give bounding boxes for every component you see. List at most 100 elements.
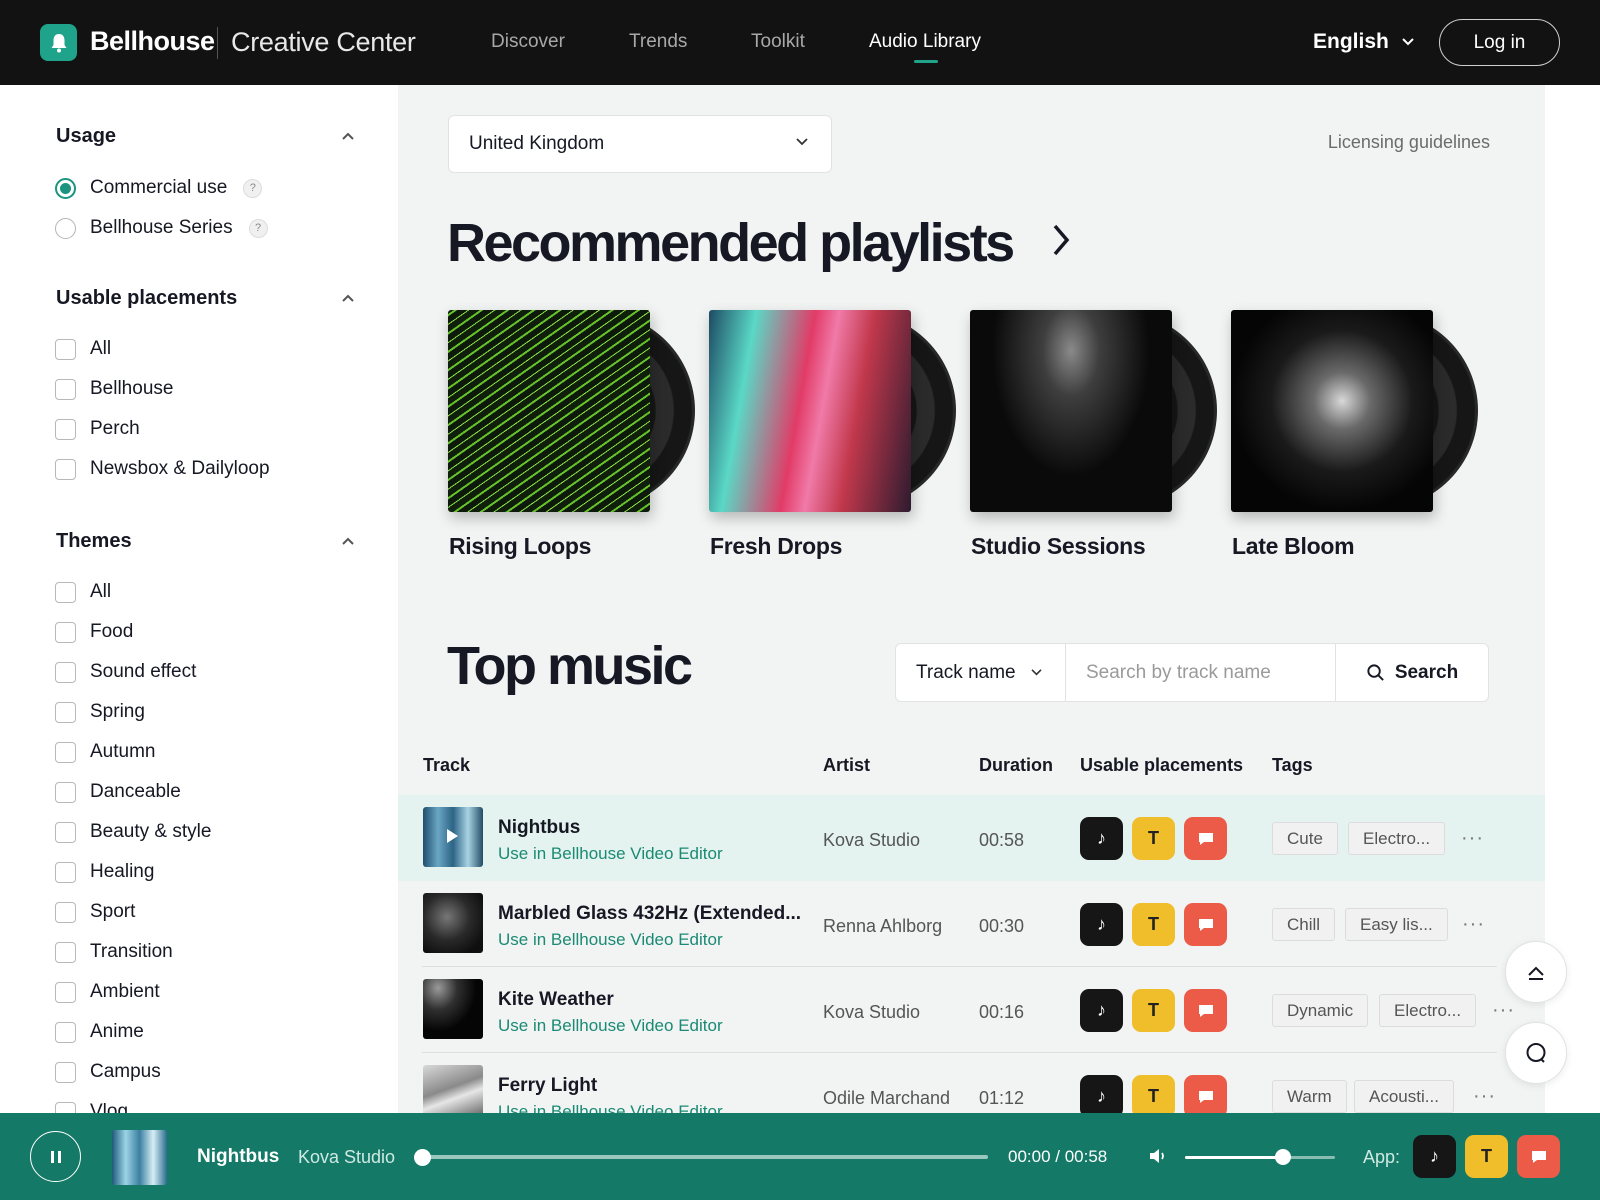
usage-option-commercial[interactable]: Commercial use ? <box>55 177 263 199</box>
tag-chip[interactable]: Dynamic <box>1272 994 1369 1027</box>
theme-option[interactable]: Spring <box>55 701 145 723</box>
playlist-cover[interactable] <box>970 310 1172 512</box>
more-options-icon[interactable]: ··· <box>1492 999 1515 1022</box>
theme-option[interactable]: Beauty & style <box>55 821 211 843</box>
tag-chip[interactable]: Electro... <box>1348 822 1446 855</box>
checkbox[interactable] <box>55 1021 76 1043</box>
checkbox[interactable] <box>55 821 76 843</box>
track-name[interactable]: Kite Weather <box>498 989 614 1011</box>
table-row[interactable]: Kite Weather Use in Bellhouse Video Edit… <box>398 967 1545 1053</box>
chat-app-icon[interactable] <box>1517 1135 1560 1178</box>
region-dropdown[interactable]: United Kingdom <box>448 115 832 173</box>
use-in-editor-link[interactable]: Use in Bellhouse Video Editor <box>498 1016 723 1036</box>
tag-chip[interactable]: Chill <box>1272 908 1336 941</box>
placement-option[interactable]: Bellhouse <box>55 378 173 400</box>
more-options-icon[interactable]: ··· <box>1462 913 1485 936</box>
playlist-name[interactable]: Fresh Drops <box>710 533 842 560</box>
checkbox[interactable] <box>55 701 76 723</box>
tag-chip[interactable]: Acousti... <box>1354 1080 1454 1113</box>
more-options-icon[interactable]: ··· <box>1473 1085 1496 1108</box>
playlist-name[interactable]: Rising Loops <box>449 533 591 560</box>
usage-option-series[interactable]: Bellhouse Series ? <box>55 217 268 239</box>
tag-chip[interactable]: Easy lis... <box>1345 908 1448 941</box>
track-name[interactable]: Marbled Glass 432Hz (Extended... <box>498 903 801 925</box>
checkbox[interactable] <box>55 458 76 480</box>
playlist-cover[interactable] <box>448 310 650 512</box>
playlist-name[interactable]: Studio Sessions <box>971 533 1146 560</box>
placement-option[interactable]: All <box>55 338 111 360</box>
chevron-up-icon[interactable] <box>340 533 356 549</box>
progress-handle[interactable] <box>414 1149 431 1166</box>
theme-option[interactable]: Sound effect <box>55 661 196 683</box>
checkbox[interactable] <box>55 661 76 683</box>
search-input[interactable] <box>1066 644 1336 701</box>
use-in-editor-link[interactable]: Use in Bellhouse Video Editor <box>498 844 723 864</box>
theme-option[interactable]: Food <box>55 621 133 643</box>
tag-chip[interactable]: Warm <box>1272 1080 1347 1113</box>
checkbox[interactable] <box>55 621 76 643</box>
help-icon[interactable]: ? <box>248 218 268 238</box>
nav-audio-library[interactable]: Audio Library <box>869 31 981 53</box>
theme-option[interactable]: Ambient <box>55 981 160 1003</box>
theme-option[interactable]: Healing <box>55 861 154 883</box>
track-artist[interactable]: Odile Marchand <box>823 1088 950 1109</box>
more-options-icon[interactable]: ··· <box>1461 827 1484 850</box>
chevron-up-icon[interactable] <box>340 290 356 306</box>
theme-option[interactable]: All <box>55 581 111 603</box>
use-in-editor-link[interactable]: Use in Bellhouse Video Editor <box>498 930 723 950</box>
radio-unselected[interactable] <box>55 217 76 239</box>
bell-logo-icon[interactable] <box>40 24 77 61</box>
track-artist[interactable]: Kova Studio <box>823 1002 920 1023</box>
licensing-guidelines-link[interactable]: Licensing guidelines <box>1328 132 1490 153</box>
checkbox[interactable] <box>55 378 76 400</box>
help-icon[interactable]: ? <box>243 178 263 198</box>
playlist-cover[interactable] <box>1231 310 1433 512</box>
radio-selected[interactable] <box>55 177 76 199</box>
placement-option[interactable]: Perch <box>55 418 140 440</box>
recommended-playlists-title[interactable]: Recommended playlists <box>447 212 1015 274</box>
checkbox[interactable] <box>55 861 76 883</box>
checkbox[interactable] <box>55 581 76 603</box>
track-name[interactable]: Nightbus <box>498 817 580 839</box>
nav-trends[interactable]: Trends <box>629 31 687 53</box>
chat-support-button[interactable] <box>1505 1022 1567 1084</box>
checkbox[interactable] <box>55 941 76 963</box>
track-thumbnail[interactable] <box>423 807 483 867</box>
theme-option[interactable]: Campus <box>55 1061 161 1083</box>
table-row[interactable]: Nightbus Use in Bellhouse Video Editor K… <box>398 795 1545 881</box>
checkbox[interactable] <box>55 1061 76 1083</box>
login-button[interactable]: Log in <box>1439 19 1560 66</box>
theme-option[interactable]: Transition <box>55 941 173 963</box>
pause-button[interactable] <box>30 1131 81 1182</box>
theme-option[interactable]: Sport <box>55 901 135 923</box>
chevron-up-icon[interactable] <box>340 128 356 144</box>
track-artist[interactable]: Renna Ahlborg <box>823 916 942 937</box>
playlist-cover[interactable] <box>709 310 911 512</box>
theme-option[interactable]: Autumn <box>55 741 155 763</box>
playlist-card[interactable]: Late Bloom <box>1231 310 1481 570</box>
playlist-card[interactable]: Rising Loops <box>448 310 698 570</box>
scroll-to-top-button[interactable] <box>1505 941 1567 1003</box>
music-note-app-icon[interactable]: ♪ <box>1413 1135 1456 1178</box>
track-thumbnail[interactable] <box>423 979 483 1039</box>
track-name[interactable]: Ferry Light <box>498 1075 597 1097</box>
playlist-name[interactable]: Late Bloom <box>1232 533 1355 560</box>
theme-option[interactable]: Anime <box>55 1021 144 1043</box>
playlist-card[interactable]: Studio Sessions <box>970 310 1220 570</box>
checkbox[interactable] <box>55 781 76 803</box>
play-icon[interactable] <box>447 829 458 843</box>
volume-icon[interactable] <box>1148 1146 1168 1166</box>
checkbox[interactable] <box>55 741 76 763</box>
brand-name[interactable]: Bellhouse <box>90 26 215 57</box>
t-app-icon[interactable]: T <box>1465 1135 1508 1178</box>
tag-chip[interactable]: Electro... <box>1379 994 1477 1027</box>
nav-toolkit[interactable]: Toolkit <box>751 31 805 53</box>
table-row[interactable]: Marbled Glass 432Hz (Extended... Use in … <box>398 881 1545 967</box>
checkbox[interactable] <box>55 981 76 1003</box>
playlist-card[interactable]: Fresh Drops <box>709 310 959 570</box>
search-button[interactable]: Search <box>1336 644 1488 701</box>
search-field-dropdown[interactable]: Track name <box>896 644 1066 701</box>
theme-option[interactable]: Danceable <box>55 781 181 803</box>
checkbox[interactable] <box>55 338 76 360</box>
checkbox[interactable] <box>55 418 76 440</box>
